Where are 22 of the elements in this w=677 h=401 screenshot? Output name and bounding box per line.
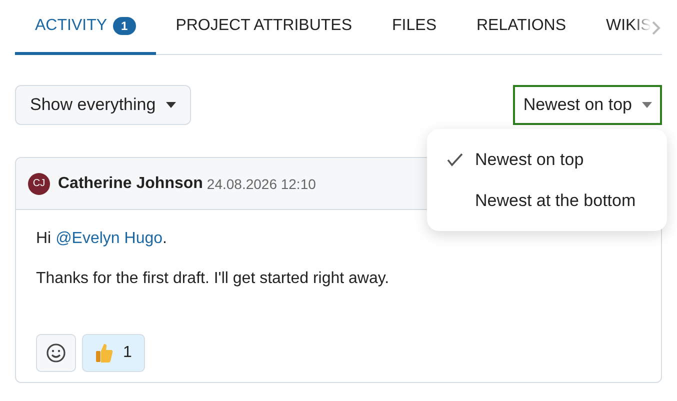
comment-text: Thanks for the first draft. I'll get started right away. (36, 270, 390, 288)
timestamp: 24.08.2026 12:10 (206, 176, 316, 192)
menu-item[interactable]: Newest on top (427, 139, 667, 180)
avatar: CJ (28, 172, 50, 194)
filter-dropdown[interactable]: Show everything (15, 85, 191, 125)
smiley-icon (46, 343, 66, 363)
menu-item[interactable]: Newest at the bottom (427, 180, 667, 221)
tab[interactable]: RELATIONS (456, 0, 586, 55)
greeting-text: Hi @Evelyn Hugo. (36, 230, 168, 248)
caret-icon (642, 102, 652, 108)
tab[interactable]: ACTIVITY 1 (15, 0, 156, 55)
thumbs-up-reaction[interactable]: 1 (82, 334, 145, 372)
caret-icon (166, 102, 176, 108)
count-badge: 1 (113, 17, 136, 35)
tab[interactable]: WIKIS (586, 0, 672, 55)
mention-link[interactable]: @Evelyn Hugo (56, 230, 163, 247)
add-reaction-button[interactable] (36, 334, 76, 372)
thumbs-up-icon (95, 343, 113, 363)
author-name: Catherine Johnson (58, 174, 203, 192)
tab[interactable]: FILES (372, 0, 456, 55)
sort-dropdown[interactable]: Newest on top (513, 85, 662, 125)
tab[interactable]: PROJECT ATTRIBUTES (156, 0, 372, 55)
